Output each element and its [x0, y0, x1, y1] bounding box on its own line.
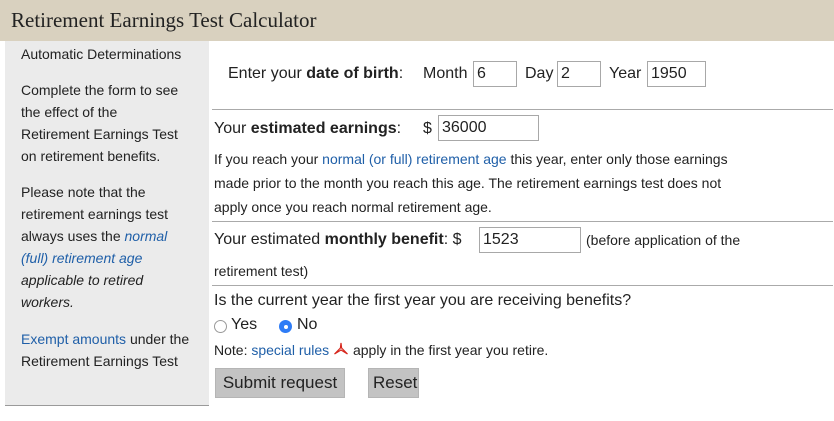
sidebar-note-line: always uses the normal: [21, 225, 205, 247]
sidebar-intro-line: Retirement Earnings Test: [21, 126, 178, 142]
note-suffix: apply in the first year you retire.: [349, 342, 549, 358]
sidebar-intro-line: on retirement benefits.: [21, 148, 161, 164]
first-year-note: Note: special rules apply in the first y…: [214, 342, 548, 359]
benefit-label: Your estimated monthly benefit: $: [214, 231, 462, 249]
normal-full-retirement-age-link[interactable]: normal (or full) retirement age: [322, 151, 506, 167]
earnings-input[interactable]: [438, 115, 539, 141]
benefit-note: retirement test): [214, 263, 309, 279]
benefit-currency: $: [452, 231, 462, 248]
sidebar-note-italic: workers.: [21, 294, 74, 310]
benefit-bold: monthly benefit: [324, 231, 444, 248]
divider: [212, 221, 833, 222]
pdf-icon[interactable]: [333, 342, 349, 359]
benefit-note: (before application of the: [586, 232, 741, 248]
title-bar: Retirement Earnings Test Calculator: [0, 0, 834, 41]
sidebar-heading: Automatic Determinations: [21, 46, 182, 62]
dob-bold: date of birth: [306, 65, 399, 82]
no-radio[interactable]: [279, 320, 292, 333]
dob-prefix: Enter your: [228, 65, 307, 82]
benefit-prefix: Your estimated: [214, 231, 325, 248]
benefit-input[interactable]: [479, 227, 581, 253]
earnings-help-line: If you reach your normal (or full) retir…: [214, 147, 728, 171]
sidebar-intro-line: Complete the form to see: [21, 82, 179, 98]
benefit-suffix: :: [443, 231, 449, 248]
divider: [212, 109, 833, 110]
sidebar-note-text: always uses the: [21, 228, 121, 244]
sidebar-exempt-line: Exempt amounts under the: [21, 328, 205, 350]
normal-retirement-age-link[interactable]: normal: [125, 228, 168, 244]
sidebar-exempt-text: under the: [126, 331, 190, 347]
sidebar-note-line: retirement earnings test: [21, 206, 169, 222]
dob-label: Enter your date of birth:: [228, 65, 403, 83]
earnings-bold: estimated earnings: [250, 120, 397, 137]
sidebar-note-italic: applicable to retired: [21, 272, 144, 288]
sidebar-note-line: Please note that the: [21, 184, 146, 200]
full-retirement-age-link[interactable]: (full) retirement age: [21, 247, 205, 269]
divider: [212, 285, 833, 286]
sidebar-exempt-line: Retirement Earnings Test: [21, 353, 178, 369]
sidebar-intro: Complete the form to see the effect of t…: [21, 79, 205, 167]
yes-radio[interactable]: [214, 320, 227, 333]
sidebar: Automatic Determinations Complete the fo…: [5, 41, 209, 406]
reset-button[interactable]: Reset: [368, 368, 419, 398]
earnings-help-text: this year, enter only those earnings: [506, 151, 728, 167]
exempt-amounts-link[interactable]: Exempt amounts: [21, 331, 126, 347]
earnings-help-line: apply once you reach normal retirement a…: [214, 199, 492, 215]
sidebar-intro-line: the effect of the: [21, 104, 118, 120]
special-rules-link[interactable]: special rules: [251, 342, 329, 358]
month-label: Month: [423, 65, 468, 82]
day-input[interactable]: [557, 61, 601, 87]
earnings-help-line: made prior to the month you reach this a…: [214, 175, 722, 191]
earnings-label: Your estimated earnings:: [214, 120, 401, 138]
earnings-help: If you reach your normal (or full) retir…: [214, 147, 728, 219]
page-title: Retirement Earnings Test Calculator: [11, 8, 317, 32]
day-label: Day: [525, 65, 554, 82]
no-radio-label[interactable]: No: [297, 316, 317, 334]
earnings-suffix: :: [396, 120, 402, 137]
note-prefix: Note:: [214, 342, 252, 358]
year-input[interactable]: [647, 61, 706, 87]
sidebar-exempt: Exempt amounts under the Retirement Earn…: [21, 328, 205, 372]
earnings-currency: $: [423, 120, 432, 137]
yes-radio-label[interactable]: Yes: [231, 316, 257, 334]
earnings-help-text: If you reach your: [214, 151, 323, 167]
month-input[interactable]: [473, 61, 517, 87]
earnings-prefix: Your: [214, 120, 251, 137]
first-year-question: Is the current year the first year you a…: [214, 292, 632, 309]
year-label: Year: [609, 65, 642, 82]
dob-suffix: :: [398, 65, 404, 82]
submit-button[interactable]: Submit request: [215, 368, 345, 398]
sidebar-note: Please note that the retirement earnings…: [21, 181, 205, 313]
